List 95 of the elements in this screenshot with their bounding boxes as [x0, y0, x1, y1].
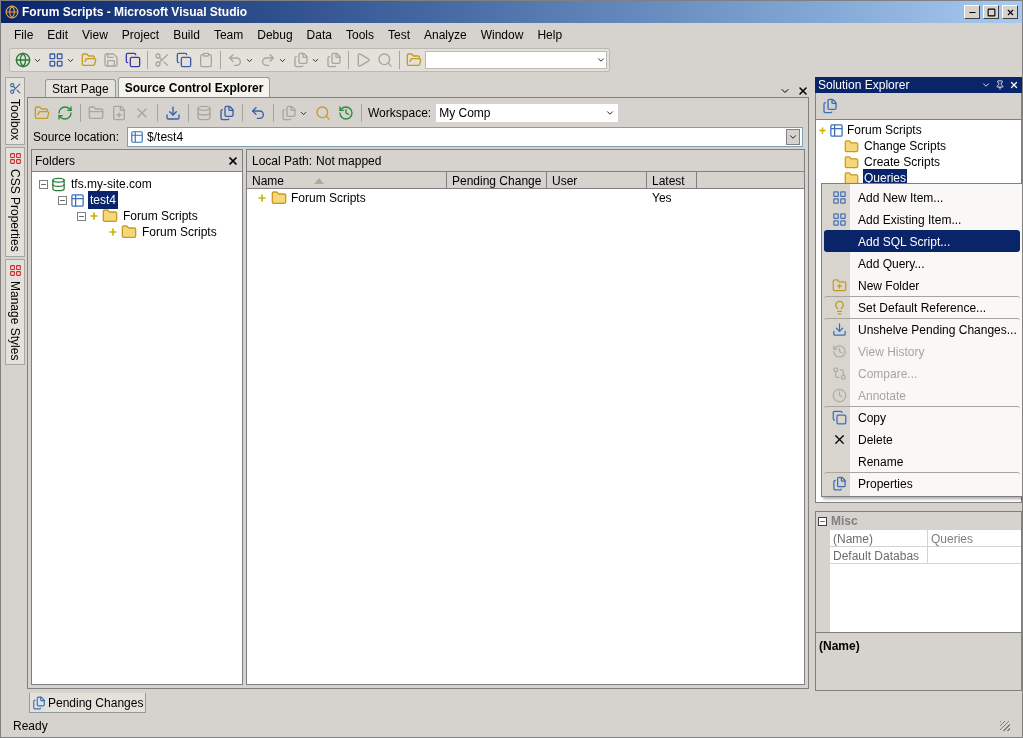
property-value[interactable]: Queries [928, 530, 977, 546]
local-path-value: Not mapped [316, 152, 382, 170]
menu-item[interactable]: Data [299, 25, 339, 45]
file-name[interactable]: Forum Scripts [291, 189, 366, 207]
document-icon [32, 695, 46, 710]
minimize-button[interactable] [964, 5, 980, 19]
property-name: (Name) [830, 530, 928, 546]
pin-icon[interactable] [995, 80, 1005, 90]
clock-icon [831, 388, 847, 403]
redo-icon [260, 52, 276, 68]
history-icon [831, 344, 847, 359]
grid-icon [8, 152, 22, 166]
collapse-icon[interactable] [57, 195, 67, 205]
menu-item[interactable]: Window [473, 25, 531, 45]
menu-item[interactable]: Team [206, 25, 251, 45]
maximize-icon [986, 7, 996, 17]
property-name: Default Databas [830, 547, 928, 563]
status-text: Ready [13, 718, 48, 735]
maximize-button[interactable] [983, 5, 999, 19]
menu-item[interactable]: Tools [338, 25, 381, 45]
workspace-label: Workspace: [368, 105, 432, 122]
source-location-field[interactable]: $/test4 [127, 127, 803, 147]
menu-item[interactable]: Build [166, 25, 207, 45]
panel-title: Folders [35, 152, 75, 170]
menu-item[interactable]: New Folder [824, 274, 1020, 296]
menu-item[interactable]: Project [114, 25, 167, 45]
description-pane: (Name) [816, 632, 1021, 690]
document-tab[interactable]: Start Page [45, 79, 116, 97]
menu-item[interactable]: Debug [250, 25, 300, 45]
grid-icon [831, 212, 847, 227]
menu-item[interactable]: Add New Item... [824, 186, 1020, 208]
close-icon[interactable] [1009, 80, 1019, 90]
plus-icon [257, 193, 267, 203]
find-combo[interactable] [425, 51, 607, 69]
tree-item[interactable]: Forum Scripts [121, 207, 200, 225]
workspace-combo[interactable]: My Comp [436, 104, 619, 122]
dropdown-icon [788, 132, 798, 142]
tree-item[interactable]: Create Scripts [863, 153, 942, 171]
column-header[interactable]: User [547, 172, 647, 189]
window-title: Forum Scripts - Microsoft Visual Studio [22, 4, 248, 21]
tree-item[interactable]: Change Scripts [863, 137, 948, 155]
side-tab[interactable]: Toolbox [5, 77, 25, 146]
side-tab[interactable]: CSS Properties [5, 147, 25, 258]
menu-item[interactable]: Edit [40, 25, 76, 45]
menu-item[interactable]: Copy [824, 406, 1020, 428]
server-icon [51, 176, 66, 192]
grid-icon [8, 264, 22, 278]
dropdown-icon [605, 108, 616, 118]
plus-icon [818, 125, 827, 135]
source-location-label: Source location: [33, 129, 120, 146]
collapse-icon[interactable] [818, 516, 827, 526]
menu-item[interactable]: Analyze [417, 25, 474, 45]
dropdown-button[interactable] [786, 129, 800, 145]
menu-item[interactable]: Rename [824, 450, 1020, 472]
menu-item[interactable]: Add SQL Script... [824, 230, 1020, 252]
copy-icon [831, 410, 847, 425]
menu-item[interactable]: Properties [824, 472, 1020, 494]
close-icon[interactable] [797, 85, 809, 97]
collapse-icon[interactable] [38, 179, 48, 189]
resize-grip-icon[interactable] [1000, 721, 1010, 731]
tree-item[interactable]: Forum Scripts [846, 121, 923, 139]
menu-item[interactable]: Add Query... [824, 252, 1020, 274]
close-icon [1005, 7, 1015, 17]
panel-title-bar: Solution Explorer [815, 77, 1022, 93]
tree-item[interactable]: tfs.my-site.com [69, 175, 154, 193]
column-header[interactable]: Name [247, 172, 447, 189]
column-header[interactable]: Pending Change [447, 172, 547, 189]
category-label: Misc [831, 513, 858, 530]
collapse-icon[interactable] [76, 211, 86, 221]
document-tab[interactable]: Source Control Explorer [117, 77, 271, 97]
local-path-label: Local Path: [252, 152, 313, 170]
menu-item[interactable]: File [7, 25, 41, 45]
menu-item[interactable]: Help [530, 25, 570, 45]
close-button[interactable] [1002, 5, 1018, 19]
bottom-tab[interactable]: Pending Changes [29, 693, 147, 713]
menu-item[interactable]: View [75, 25, 115, 45]
menu-item[interactable]: Delete [824, 428, 1020, 450]
column-header[interactable]: Latest [647, 172, 697, 189]
app-icon [5, 5, 19, 19]
plus-icon [108, 227, 118, 237]
table-cell-text: Yes [651, 190, 672, 207]
menu-item[interactable]: Set Default Reference... [824, 296, 1020, 318]
side-tab[interactable]: Manage Styles [5, 259, 25, 366]
dropdown-icon[interactable] [981, 80, 991, 90]
dropdown-icon [596, 55, 606, 65]
menu-item[interactable]: Unshelve Pending Changes... [824, 318, 1020, 340]
close-icon[interactable] [227, 154, 239, 167]
tree-item[interactable]: Forum Scripts [140, 223, 219, 241]
undo-icon [227, 52, 243, 68]
menu-item[interactable]: Test [380, 25, 417, 45]
menu-item[interactable]: Add Existing Item... [824, 208, 1020, 230]
sort-icon [314, 177, 324, 184]
plus-icon [89, 211, 99, 221]
tree-item[interactable]: test4 [88, 191, 118, 209]
grid-icon [831, 190, 847, 205]
